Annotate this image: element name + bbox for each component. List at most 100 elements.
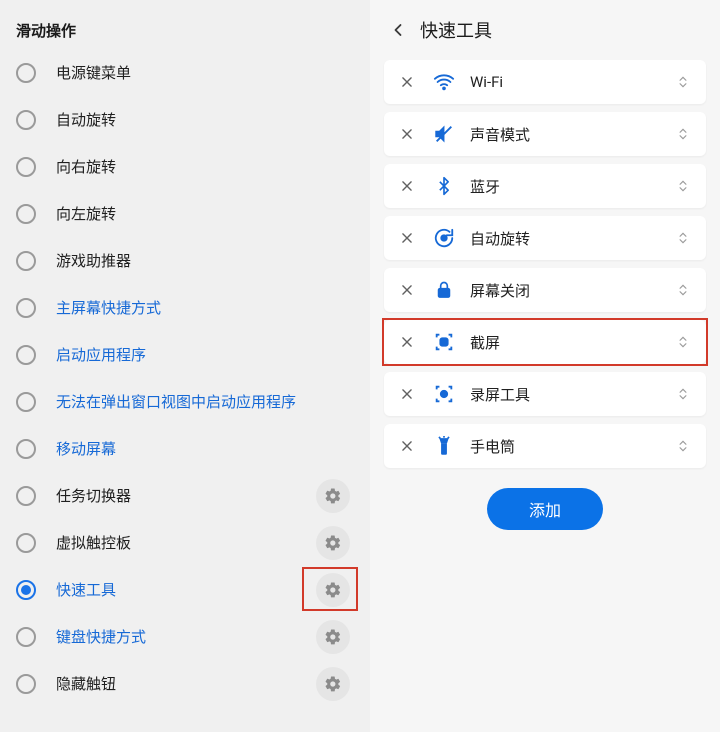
radio-row[interactable]: 自动旋转 <box>12 96 358 143</box>
drag-handle-icon <box>676 281 690 299</box>
remove-button[interactable] <box>396 231 418 245</box>
radio-label: 自动旋转 <box>56 109 356 130</box>
radio-row[interactable]: 移动屏幕 <box>12 425 358 472</box>
drag-handle[interactable] <box>672 229 694 247</box>
tool-row[interactable]: 截屏 <box>384 320 706 364</box>
radio-row[interactable]: 向左旋转 <box>12 190 358 237</box>
tool-row[interactable]: 录屏工具 <box>384 372 706 416</box>
close-icon <box>400 283 414 297</box>
radio-indicator <box>16 251 36 271</box>
gear-icon <box>324 487 342 505</box>
drag-handle-icon <box>676 73 690 91</box>
radio-indicator <box>16 392 36 412</box>
radio-row[interactable]: 主屏幕快捷方式 <box>12 284 358 331</box>
radio-label: 向右旋转 <box>56 156 356 177</box>
radio-label: 电源键菜单 <box>56 62 356 83</box>
radio-row[interactable]: 无法在弹出窗口视图中启动应用程序 <box>12 378 358 425</box>
tool-row[interactable]: 声音模式 <box>384 112 706 156</box>
add-button[interactable]: 添加 <box>487 488 603 530</box>
radio-label: 快速工具 <box>56 579 316 600</box>
radio-indicator <box>16 204 36 224</box>
tool-label: 手电筒 <box>470 436 672 457</box>
tool-label: 声音模式 <box>470 124 672 145</box>
close-icon <box>400 75 414 89</box>
close-icon <box>400 335 414 349</box>
settings-gear-button[interactable] <box>316 526 350 560</box>
radio-label: 移动屏幕 <box>56 438 356 459</box>
radio-indicator <box>16 110 36 130</box>
drag-handle-icon <box>676 229 690 247</box>
drag-handle[interactable] <box>672 281 694 299</box>
gear-icon <box>324 581 342 599</box>
gear-icon <box>324 628 342 646</box>
tool-row[interactable]: 手电筒 <box>384 424 706 468</box>
tool-label: 屏幕关闭 <box>470 280 672 301</box>
radio-row[interactable]: 向右旋转 <box>12 143 358 190</box>
radio-row[interactable]: 键盘快捷方式 <box>12 613 358 660</box>
drag-handle-icon <box>676 177 690 195</box>
remove-button[interactable] <box>396 439 418 453</box>
tool-row[interactable]: 蓝牙 <box>384 164 706 208</box>
remove-button[interactable] <box>396 387 418 401</box>
tool-row[interactable]: 自动旋转 <box>384 216 706 260</box>
tool-label: 蓝牙 <box>470 176 672 197</box>
radio-row[interactable]: 电源键菜单 <box>12 49 358 96</box>
record-icon <box>432 382 456 406</box>
drag-handle-icon <box>676 437 690 455</box>
radio-row[interactable]: 任务切换器 <box>12 472 358 519</box>
tool-label: Wi-Fi <box>470 73 672 91</box>
settings-gear-button[interactable] <box>316 667 350 701</box>
remove-button[interactable] <box>396 283 418 297</box>
radio-label: 键盘快捷方式 <box>56 626 316 647</box>
settings-gear-button[interactable] <box>316 573 350 607</box>
radio-indicator <box>16 157 36 177</box>
remove-button[interactable] <box>396 75 418 89</box>
section-title: 滑动操作 <box>12 10 358 49</box>
radio-label: 隐藏触钮 <box>56 673 316 694</box>
radio-list: 电源键菜单自动旋转向右旋转向左旋转游戏助推器主屏幕快捷方式启动应用程序无法在弹出… <box>12 49 358 707</box>
settings-gear-button[interactable] <box>316 620 350 654</box>
radio-label: 任务切换器 <box>56 485 316 506</box>
rotate-icon <box>432 226 456 250</box>
tool-row[interactable]: 屏幕关闭 <box>384 268 706 312</box>
drag-handle[interactable] <box>672 177 694 195</box>
radio-label: 无法在弹出窗口视图中启动应用程序 <box>56 391 356 412</box>
radio-label: 向左旋转 <box>56 203 356 224</box>
lock-icon <box>432 278 456 302</box>
remove-button[interactable] <box>396 335 418 349</box>
remove-button[interactable] <box>396 127 418 141</box>
drag-handle-icon <box>676 125 690 143</box>
right-panel-header: 快速工具 <box>370 6 720 54</box>
radio-row[interactable]: 游戏助推器 <box>12 237 358 284</box>
radio-row[interactable]: 启动应用程序 <box>12 331 358 378</box>
close-icon <box>400 439 414 453</box>
settings-gear-button[interactable] <box>316 479 350 513</box>
radio-indicator <box>16 533 36 553</box>
drag-handle[interactable] <box>672 73 694 91</box>
drag-handle-icon <box>676 385 690 403</box>
sound-icon <box>432 122 456 146</box>
back-button[interactable] <box>380 12 416 48</box>
radio-label: 游戏助推器 <box>56 250 356 271</box>
tool-row[interactable]: Wi-Fi <box>384 60 706 104</box>
radio-indicator <box>16 298 36 318</box>
radio-indicator <box>16 627 36 647</box>
radio-row[interactable]: 快速工具 <box>12 566 358 613</box>
close-icon <box>400 387 414 401</box>
tool-list: Wi-Fi 声音模式蓝牙自动旋转屏幕关闭截屏录屏工具手电筒 <box>370 54 720 468</box>
drag-handle[interactable] <box>672 437 694 455</box>
radio-indicator <box>16 580 36 600</box>
flashlight-icon <box>432 434 456 458</box>
drag-handle[interactable] <box>672 385 694 403</box>
radio-row[interactable]: 隐藏触钮 <box>12 660 358 707</box>
remove-button[interactable] <box>396 179 418 193</box>
drag-handle[interactable] <box>672 125 694 143</box>
gear-icon <box>324 675 342 693</box>
radio-indicator <box>16 345 36 365</box>
close-icon <box>400 127 414 141</box>
drag-handle[interactable] <box>672 333 694 351</box>
close-icon <box>400 179 414 193</box>
drag-handle-icon <box>676 333 690 351</box>
radio-row[interactable]: 虚拟触控板 <box>12 519 358 566</box>
tool-label: 截屏 <box>470 332 672 353</box>
